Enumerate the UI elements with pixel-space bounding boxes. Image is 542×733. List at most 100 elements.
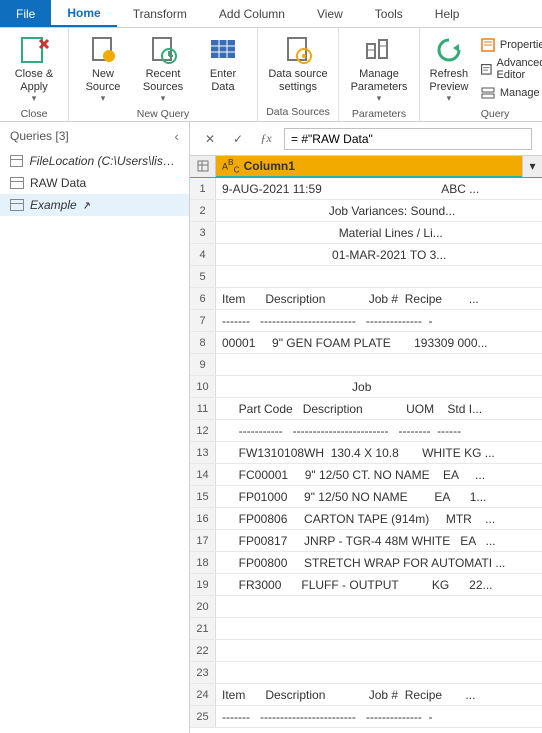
cell[interactable] [216, 618, 542, 639]
cell[interactable]: 9-AUG-2021 11:59 ABC ... [216, 178, 542, 199]
tab-view[interactable]: View [301, 0, 359, 27]
properties-label: Properties [500, 39, 542, 51]
table-row[interactable]: 3 Material Lines / Li... [190, 222, 542, 244]
table-row[interactable]: 19-AUG-2021 11:59 ABC ... [190, 178, 542, 200]
close-apply-button[interactable]: Close & Apply [6, 32, 62, 106]
cell[interactable]: Job Variances: Sound... [216, 200, 542, 221]
table-row[interactable]: 800001 9" GEN FOAM PLATE 193309 000... [190, 332, 542, 354]
ribbon-group-new-query: New Source Recent Sources Enter Data New… [69, 28, 258, 121]
cell[interactable]: FP00806 CARTON TAPE (914m) MTR ... [216, 508, 542, 529]
recent-sources-button[interactable]: Recent Sources [135, 32, 191, 106]
data-preview: ABC Column1 ▾ 19-AUG-2021 11:59 ABC ...2… [190, 156, 542, 733]
cell[interactable]: FP01000 9" 12/50 NO NAME EA 1... [216, 486, 542, 507]
fx-icon[interactable]: ƒx [256, 129, 276, 149]
table-row[interactable]: 13 FW1310108WH 130.4 X 10.8 WHITE KG ... [190, 442, 542, 464]
query-item-0[interactable]: FileLocation (C:\Users\lisde... [0, 150, 189, 172]
cell[interactable]: Job [216, 376, 542, 397]
cell[interactable]: 00001 9" GEN FOAM PLATE 193309 000... [216, 332, 542, 353]
table-menu-button[interactable] [190, 156, 216, 177]
column-header[interactable]: ABC Column1 [216, 157, 522, 174]
query-item-1[interactable]: RAW Data [0, 172, 189, 194]
collapse-queries-icon[interactable]: ‹ [174, 128, 179, 144]
table-row[interactable]: 17 FP00817 JNRP - TGR-4 48M WHITE EA ... [190, 530, 542, 552]
tab-transform[interactable]: Transform [117, 0, 203, 27]
cell[interactable]: FC00001 9" 12/50 CT. NO NAME EA ... [216, 464, 542, 485]
table-icon [10, 177, 24, 189]
cell[interactable]: Item Description Job # Recipe ... [216, 288, 542, 309]
cell[interactable]: FP00800 STRETCH WRAP FOR AUTOMATI ... [216, 552, 542, 573]
cell[interactable] [216, 640, 542, 661]
formula-bar: ✕ ✓ ƒx [190, 122, 542, 156]
table-body: 19-AUG-2021 11:59 ABC ...2 Job Variances… [190, 178, 542, 728]
manage-parameters-button[interactable]: Manage Parameters [345, 32, 413, 106]
formula-cancel-icon[interactable]: ✕ [200, 129, 220, 149]
refresh-preview-button[interactable]: Refresh Preview [426, 32, 472, 106]
tab-tools[interactable]: Tools [359, 0, 419, 27]
row-number: 13 [190, 442, 216, 463]
editor-area: ✕ ✓ ƒx ABC Column1 ▾ 19-AUG-2021 11:59 A… [190, 122, 542, 733]
tab-add-column[interactable]: Add Column [203, 0, 301, 27]
enter-data-button[interactable]: Enter Data [195, 32, 251, 106]
cell[interactable] [216, 596, 542, 617]
cell[interactable]: Part Code Description UOM Std I... [216, 398, 542, 419]
advanced-editor-button[interactable]: Advanced Editor [478, 56, 542, 82]
table-row[interactable]: 23 [190, 662, 542, 684]
table-row[interactable]: 6Item Description Job # Recipe ... [190, 288, 542, 310]
table-row[interactable]: 24Item Description Job # Recipe ... [190, 684, 542, 706]
content-area: Queries [3] ‹ FileLocation (C:\Users\lis… [0, 122, 542, 733]
table-row[interactable]: 4 01-MAR-2021 TO 3... [190, 244, 542, 266]
table-row[interactable]: 10 Job [190, 376, 542, 398]
table-row[interactable]: 14 FC00001 9" 12/50 CT. NO NAME EA ... [190, 464, 542, 486]
cell[interactable]: Material Lines / Li... [216, 222, 542, 243]
tab-home[interactable]: Home [51, 0, 116, 27]
table-row[interactable]: 2 Job Variances: Sound... [190, 200, 542, 222]
new-source-button[interactable]: New Source [75, 32, 131, 106]
formula-commit-icon[interactable]: ✓ [228, 129, 248, 149]
table-row[interactable]: 20 [190, 596, 542, 618]
recent-sources-icon [147, 34, 179, 66]
data-source-settings-label: Data source settings [268, 68, 327, 93]
table-row[interactable]: 5 [190, 266, 542, 288]
formula-input[interactable] [284, 128, 532, 150]
ribbon-group-new-query-label: New Query [75, 106, 251, 123]
table-row[interactable]: 12 ----------- ------------------------ … [190, 420, 542, 442]
refresh-preview-label: Refresh Preview [429, 68, 468, 93]
cell[interactable]: ------- ------------------------ -------… [216, 310, 542, 331]
properties-button[interactable]: Properties [478, 36, 542, 54]
row-number: 9 [190, 354, 216, 375]
cell[interactable]: 01-MAR-2021 TO 3... [216, 244, 542, 265]
cell[interactable]: ----------- ------------------------ ---… [216, 420, 542, 441]
manage-icon [480, 85, 496, 101]
advanced-editor-label: Advanced Editor [496, 57, 542, 81]
refresh-icon [433, 34, 465, 66]
file-menu[interactable]: File [0, 0, 51, 27]
cell[interactable] [216, 266, 542, 287]
column-filter-button[interactable]: ▾ [522, 156, 542, 177]
cell[interactable]: FW1310108WH 130.4 X 10.8 WHITE KG ... [216, 442, 542, 463]
table-row[interactable]: 7------- ------------------------ ------… [190, 310, 542, 332]
table-row[interactable]: 22 [190, 640, 542, 662]
queries-title: Queries [10, 129, 52, 143]
table-row[interactable]: 15 FP01000 9" 12/50 NO NAME EA 1... [190, 486, 542, 508]
table-row[interactable]: 18 FP00800 STRETCH WRAP FOR AUTOMATI ... [190, 552, 542, 574]
properties-icon [480, 37, 496, 53]
table-row[interactable]: 9 [190, 354, 542, 376]
cell[interactable]: FR3000 FLUFF - OUTPUT KG 22... [216, 574, 542, 595]
cell[interactable] [216, 354, 542, 375]
cell[interactable] [216, 662, 542, 683]
cell[interactable]: FP00817 JNRP - TGR-4 48M WHITE EA ... [216, 530, 542, 551]
table-row[interactable]: 21 [190, 618, 542, 640]
table-row[interactable]: 16 FP00806 CARTON TAPE (914m) MTR ... [190, 508, 542, 530]
row-number: 14 [190, 464, 216, 485]
cell[interactable]: Item Description Job # Recipe ... [216, 684, 542, 705]
table-row[interactable]: 25------- ------------------------ -----… [190, 706, 542, 728]
row-number: 3 [190, 222, 216, 243]
queries-header: Queries [3] ‹ [0, 122, 189, 150]
cell[interactable]: ------- ------------------------ -------… [216, 706, 542, 727]
tab-help[interactable]: Help [419, 0, 476, 27]
data-source-settings-button[interactable]: Data source settings [264, 32, 332, 95]
manage-button[interactable]: Manage [478, 84, 542, 102]
table-row[interactable]: 11 Part Code Description UOM Std I... [190, 398, 542, 420]
query-item-2[interactable]: Example↖ [0, 194, 189, 216]
table-row[interactable]: 19 FR3000 FLUFF - OUTPUT KG 22... [190, 574, 542, 596]
